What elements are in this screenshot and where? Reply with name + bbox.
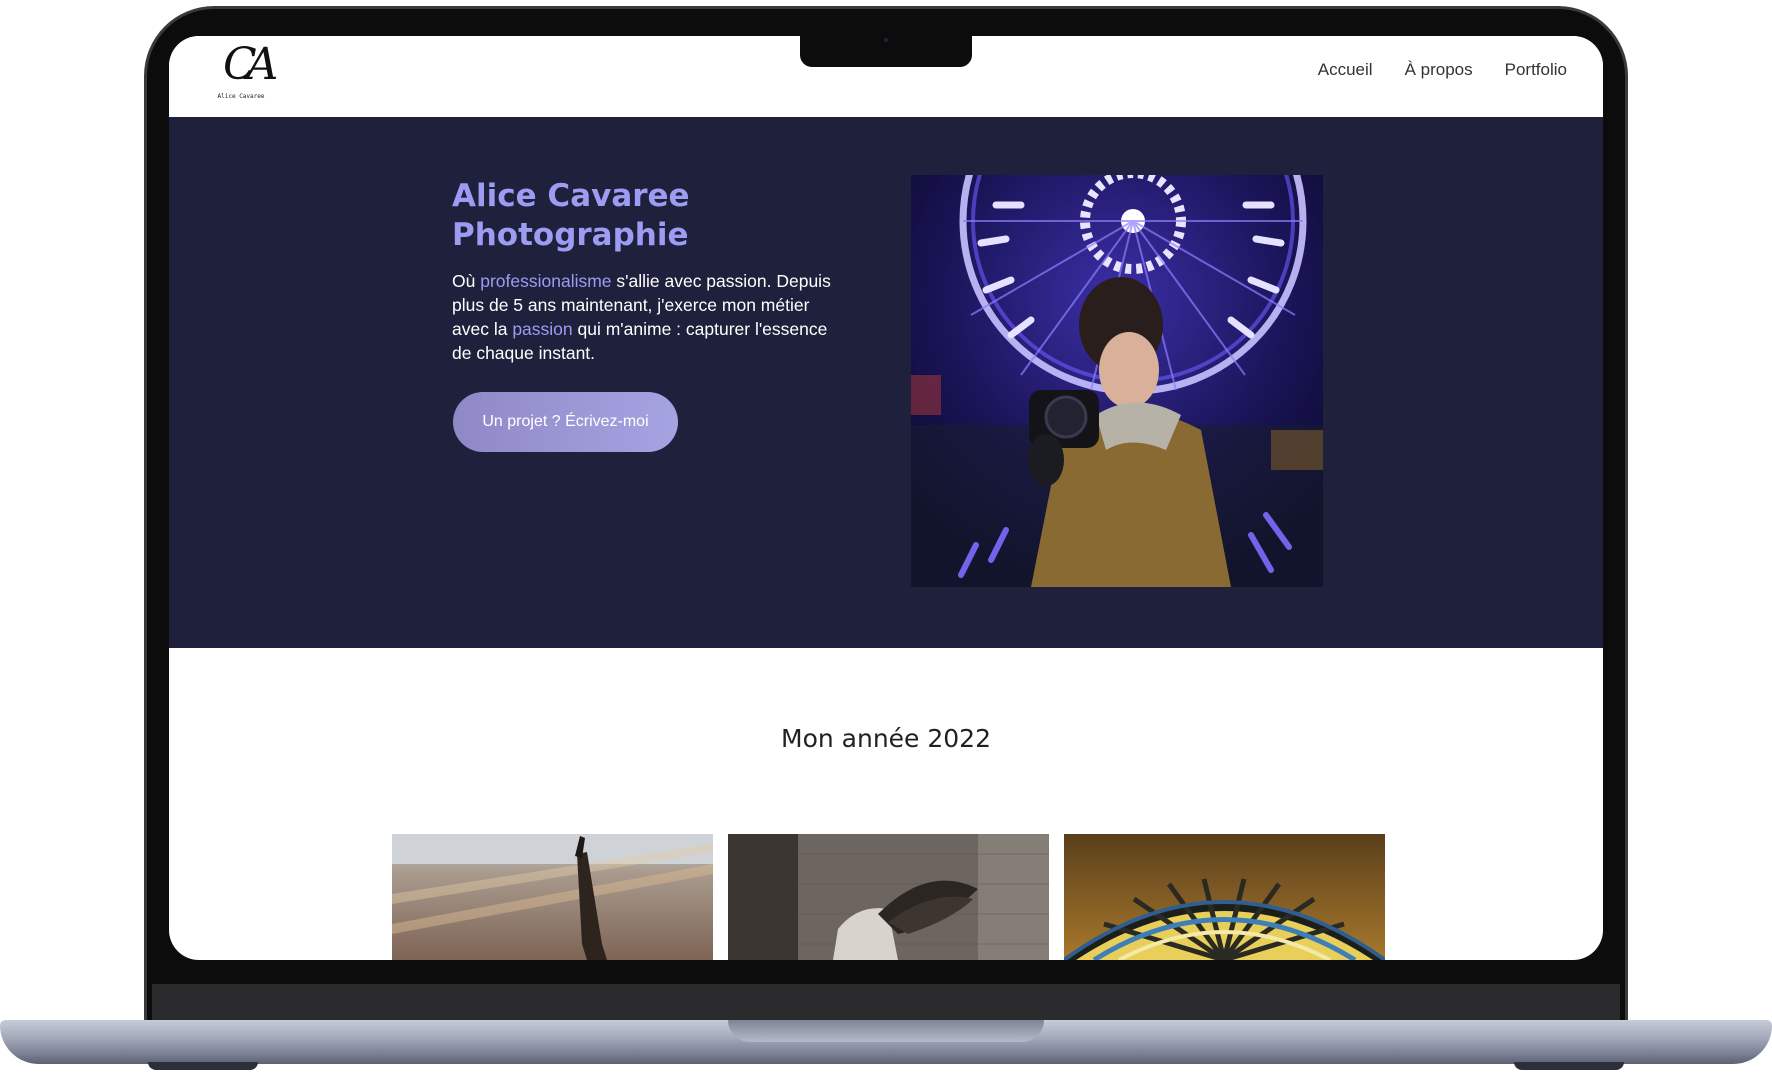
laptop-screen: CA Alice Cavaree Accueil À propos Portfo… [169,36,1603,960]
camera-lens [884,38,888,42]
hero-title-line2: Photographie [452,217,689,253]
stained-glass-photo [1064,834,1385,960]
laptop-foot-left [148,1062,258,1070]
hero-text-part1: Où [452,271,481,291]
gallery-item-stained-glass[interactable] [1064,834,1385,960]
site-logo[interactable]: CA Alice Cavaree [213,39,279,103]
laptop-base-groove [728,1020,1044,1042]
nav-link-a-propos[interactable]: À propos [1405,58,1473,82]
laptop-foot-right [1514,1062,1624,1070]
gallery-item-sculpture-hand[interactable] [392,834,713,960]
main-nav: Accueil À propos Portfolio [1318,58,1567,82]
hero-title: Alice Cavaree Photographie [452,177,832,255]
gallery-title: Mon année 2022 [781,724,991,753]
camera-notch [800,36,972,67]
hero-accent-professionalisme: professionalisme [480,271,612,291]
photographer-ferris-wheel-photo [911,175,1323,587]
logo-monogram: CA [223,39,279,90]
hero-accent-passion: passion [512,319,573,339]
gallery-grid [392,834,1386,960]
hero-paragraph: Où professionalisme s'allie avec passion… [452,269,832,365]
sculpture-hand-photo [392,834,713,960]
contact-cta-button[interactable]: Un projet ? Écrivez-moi [453,392,678,452]
laptop-bottom-bezel [152,984,1620,1024]
logo-name: Alice Cavaree [217,93,265,100]
winged-statue-photo [728,834,1049,960]
hero-section: Alice Cavaree Photographie Où profession… [169,117,1603,648]
laptop-frame: CA Alice Cavaree Accueil À propos Portfo… [0,0,1772,1080]
nav-link-accueil[interactable]: Accueil [1318,58,1373,82]
gallery-item-winged-statue[interactable] [728,834,1049,960]
nav-link-portfolio[interactable]: Portfolio [1505,58,1567,82]
hero-title-line1: Alice Cavaree [452,178,690,214]
